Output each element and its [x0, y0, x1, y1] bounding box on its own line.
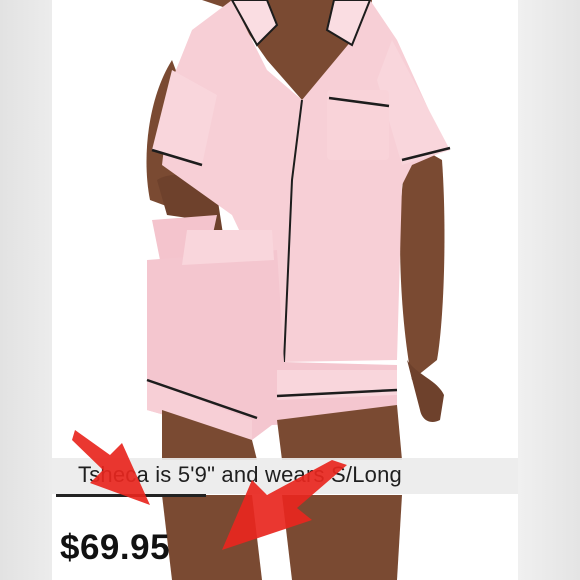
right-padding: [518, 0, 580, 580]
left-padding: [0, 0, 52, 580]
red-arrow-icon: [72, 430, 150, 505]
listing-image: Tsheca is 5'9" and wears S/Long $69.95: [0, 0, 580, 580]
red-arrow-icon: [222, 460, 347, 550]
price-label: $69.95: [60, 528, 171, 567]
